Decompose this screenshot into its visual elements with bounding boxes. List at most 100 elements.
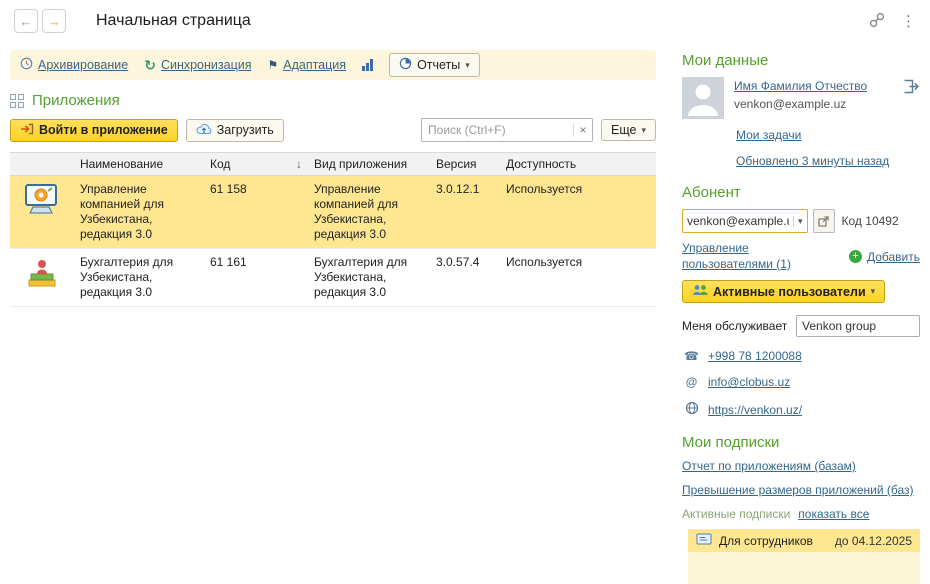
nav-forward-button[interactable]: →	[42, 9, 66, 33]
column-code[interactable]: Код↓	[204, 153, 308, 176]
load-app-button[interactable]: Загрузить	[186, 119, 284, 142]
nav-back-button[interactable]: ←	[14, 9, 38, 33]
open-account-button[interactable]	[813, 209, 835, 233]
toolbar-item-archive[interactable]: Архивирование	[20, 57, 128, 73]
plus-icon: +	[849, 250, 862, 263]
table-row[interactable]: Управление компанией для Узбекистана, ре…	[10, 176, 656, 249]
sidebar: Мои данные Имя Фамилия Отчество venkon@e…	[682, 52, 920, 584]
account-input[interactable]	[683, 214, 793, 228]
phone-link[interactable]: +998 78 1200088	[708, 349, 802, 363]
size-exceed-link[interactable]: Превышение размеров приложений (баз)	[682, 483, 920, 499]
cell-code[interactable]: 61 158	[204, 176, 308, 249]
avatar	[682, 77, 724, 122]
main-column: Архивирование ↻ Синхронизация ⚑ Адаптаци…	[10, 50, 656, 307]
subscriber-code: Код 10492	[842, 214, 899, 228]
top-bar: ← → Начальная страница ⋮	[0, 0, 930, 42]
subscription-until: до 04.12.2025	[835, 534, 912, 548]
sort-desc-icon: ↓	[296, 157, 302, 171]
statistics-icon[interactable]	[362, 59, 373, 71]
subscriptions-title: Мои подписки	[682, 434, 920, 451]
column-icon	[10, 153, 74, 176]
cell-version[interactable]: 3.0.12.1	[430, 176, 500, 249]
cell-availability[interactable]: Используется	[500, 249, 656, 307]
add-user-link: Добавить	[867, 250, 920, 264]
cell-name[interactable]: Бухгалтерия для Узбекистана, редакция 3.…	[74, 249, 204, 307]
clear-search-icon[interactable]: ×	[573, 123, 592, 137]
column-version[interactable]: Версия	[430, 153, 500, 176]
column-type[interactable]: Вид приложения	[308, 153, 430, 176]
apps-table: Наименование Код↓ Вид приложения Версия …	[10, 152, 656, 307]
at-icon: @	[684, 375, 699, 389]
my-tasks-link[interactable]: Мои задачи	[736, 128, 801, 142]
add-user[interactable]: + Добавить	[849, 250, 920, 264]
more-menu-icon[interactable]: ⋮	[901, 12, 916, 30]
globe-icon	[684, 401, 699, 418]
app-icon-accounting[interactable]	[10, 249, 74, 307]
reports-button[interactable]: Отчеты ▾	[389, 53, 480, 77]
cell-availability[interactable]: Используется	[500, 176, 656, 249]
account-combo: ▾	[682, 209, 808, 233]
chevron-down-icon: ▾	[871, 286, 876, 297]
apps-actions-row: Войти в приложение Загрузить × Еще ▾	[10, 118, 656, 142]
cell-code[interactable]: 61 161	[204, 249, 308, 307]
subscription-name: Для сотрудников	[719, 534, 813, 548]
applications-grid-icon	[10, 94, 24, 108]
website-link[interactable]: https://venkon.uz/	[708, 403, 802, 417]
serviced-by-row: Меня обслуживает	[682, 315, 920, 337]
chevron-down-icon: ▾	[465, 60, 470, 71]
subscription-card-icon	[696, 533, 712, 548]
cell-type[interactable]: Бухгалтерия для Узбекистана, редакция 3.…	[308, 249, 430, 307]
phone-icon: ☎	[684, 349, 699, 363]
show-all-link[interactable]: показать все	[798, 507, 869, 521]
apps-section-title: Приложения	[32, 92, 120, 109]
user-email: venkon@example.uz	[734, 97, 867, 111]
active-subscriptions-row: Активные подписки показать все	[682, 507, 920, 521]
adaptation-link: Адаптация	[283, 58, 346, 72]
cell-name[interactable]: Управление компанией для Узбекистана, ре…	[74, 176, 204, 249]
website-row: https://venkon.uz/	[684, 401, 920, 418]
my-data-title: Мои данные	[682, 52, 920, 69]
phone-row: ☎ +998 78 1200088	[684, 349, 920, 363]
cloud-upload-icon	[196, 123, 212, 138]
active-subscriptions-label: Активные подписки	[682, 507, 790, 521]
user-info: Имя Фамилия Отчество venkon@example.uz	[734, 77, 867, 122]
flag-icon: ⚑	[267, 58, 278, 72]
get-link-icon[interactable]	[869, 12, 885, 31]
users-icon	[692, 284, 708, 299]
search-input[interactable]	[422, 123, 573, 137]
chevron-down-icon[interactable]: ▾	[793, 216, 807, 227]
users-management-row: Управление пользователями (1) + Добавить	[682, 241, 920, 272]
subscriber-account-row: ▾ Код 10492	[682, 209, 920, 233]
column-name[interactable]: Наименование	[74, 153, 204, 176]
cell-version[interactable]: 3.0.57.4	[430, 249, 500, 307]
enter-app-button[interactable]: Войти в приложение	[10, 119, 178, 142]
chevron-down-icon: ▾	[641, 125, 646, 136]
page-title: Начальная страница	[96, 12, 251, 30]
archive-link: Архивирование	[38, 58, 128, 72]
toolbar-item-sync[interactable]: ↻ Синхронизация	[144, 57, 251, 74]
clock-icon	[20, 57, 33, 73]
enter-arrow-icon	[20, 123, 34, 138]
app-icon-management[interactable]	[10, 176, 74, 249]
manage-users-link[interactable]: Управление пользователями (1)	[682, 241, 810, 272]
user-name-link[interactable]: Имя Фамилия Отчество	[734, 79, 867, 93]
subscription-item-body	[688, 552, 920, 584]
active-users-button[interactable]: Активные пользователи ▾	[682, 280, 885, 303]
subscription-item[interactable]: Для сотрудников до 04.12.2025	[688, 529, 920, 552]
cell-type[interactable]: Управление компанией для Узбекистана, ре…	[308, 176, 430, 249]
service-company-input[interactable]	[796, 315, 920, 337]
user-card: Имя Фамилия Отчество venkon@example.uz	[682, 77, 920, 122]
service-toolbar: Архивирование ↻ Синхронизация ⚑ Адаптаци…	[10, 50, 656, 80]
column-availability[interactable]: Доступность	[500, 153, 656, 176]
toolbar-item-adaptation[interactable]: ⚑ Адаптация	[267, 58, 346, 72]
apps-report-link[interactable]: Отчет по приложениям (базам)	[682, 459, 920, 475]
subscriber-title: Абонент	[682, 184, 920, 201]
top-actions: ⋮	[869, 12, 916, 31]
more-button[interactable]: Еще ▾	[601, 119, 656, 141]
search-box: ×	[421, 118, 593, 142]
logout-icon[interactable]	[903, 79, 920, 97]
updated-link[interactable]: Обновлено 3 минуты назад	[736, 154, 889, 168]
email-link[interactable]: info@clobus.uz	[708, 375, 790, 389]
serviced-by-label: Меня обслуживает	[682, 319, 787, 333]
table-row[interactable]: Бухгалтерия для Узбекистана, редакция 3.…	[10, 249, 656, 307]
